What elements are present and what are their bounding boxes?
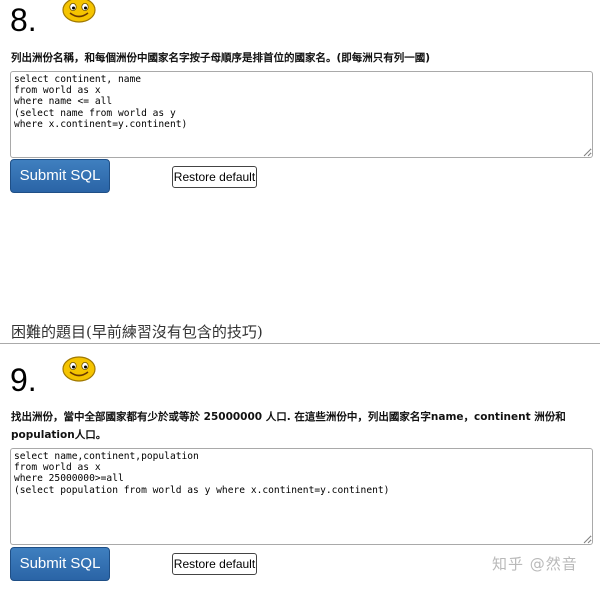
question-number-9: 9. [10,362,37,398]
resize-grip-icon[interactable] [583,148,592,157]
sql-editor-q9[interactable]: select name,continent,population from wo… [10,448,593,545]
question-9-prompt-line2: population人口。 [11,429,107,441]
question-9-prompt-line1: 找出洲份，當中全部國家都有少於或等於 25000000 人口. 在這些洲份中，列… [11,411,566,423]
smiley-face-icon [62,0,96,23]
restore-default-button-q8[interactable]: Restore default [172,166,257,188]
submit-sql-button-q8[interactable]: Submit SQL [10,159,110,193]
resize-grip-icon[interactable] [583,535,592,544]
submit-sql-button-q9[interactable]: Submit SQL [10,547,110,581]
question-8-prompt: 列出洲份名稱，和每個洲份中國家名字按子母順序是排首位的國家名。(即每洲只有列一國… [11,52,431,64]
question-number-8: 8. [10,2,37,38]
smiley-face-icon [62,356,96,382]
watermark: 知乎 @然音 [492,555,578,573]
sql-editor-q8[interactable]: select continent, name from world as x w… [10,71,593,158]
section-divider [0,343,600,344]
restore-default-button-q9[interactable]: Restore default [172,553,257,575]
hard-questions-heading: 困難的題目(早前練習沒有包含的技巧) [11,323,263,341]
